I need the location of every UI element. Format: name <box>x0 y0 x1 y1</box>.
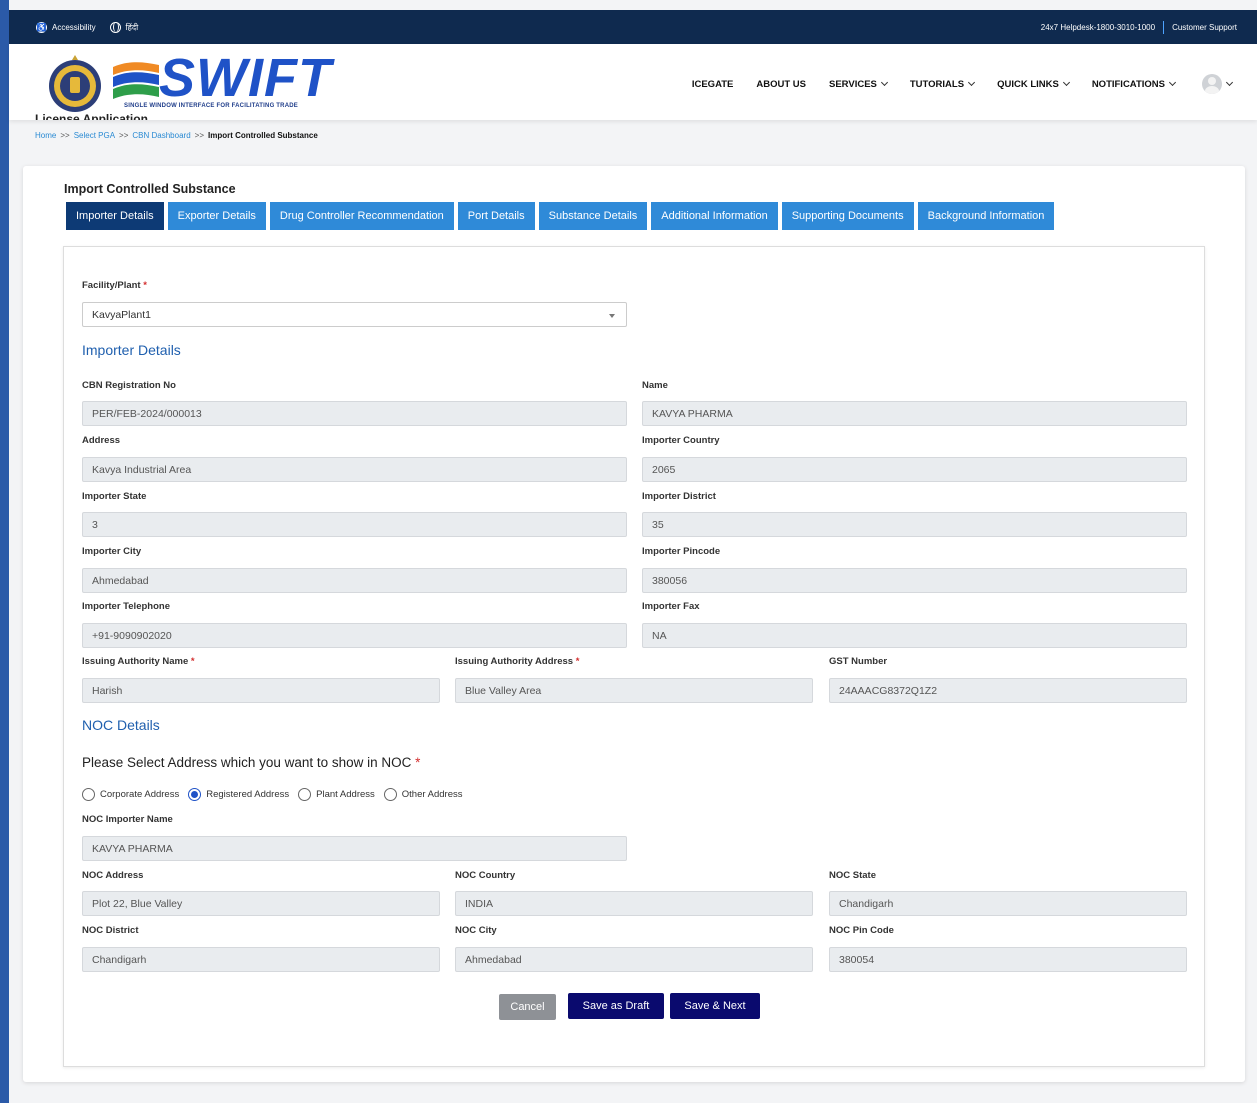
district-label: Importer District <box>642 491 716 502</box>
form-card: Import Controlled Substance Importer Det… <box>23 166 1245 1082</box>
page-title: License Application <box>35 112 148 120</box>
gst-label: GST Number <box>829 656 888 667</box>
brand-tagline: SINGLE WINDOW INTERFACE FOR FACILITATING… <box>124 103 298 109</box>
radio-plant-address[interactable] <box>298 788 312 801</box>
customer-support-link[interactable]: Customer Support <box>1172 23 1237 32</box>
fax-label: Importer Fax <box>642 601 700 612</box>
issuing-name-label: Issuing Authority Name * <box>82 656 195 667</box>
noc-name-field[interactable]: KAVYA PHARMA <box>82 836 627 861</box>
noc-city-label: NOC City <box>455 925 497 936</box>
breadcrumb-select-pga[interactable]: Select PGA <box>74 131 115 140</box>
form-tabs: Importer Details Exporter Details Drug C… <box>66 202 1055 230</box>
noc-city-field[interactable]: Ahmedabad <box>455 947 813 972</box>
accessibility-link[interactable]: ♿ Accessibility <box>36 21 96 33</box>
accessibility-icon: ♿ <box>36 21 47 33</box>
tab-additional-information[interactable]: Additional Information <box>651 202 778 230</box>
tab-substance-details[interactable]: Substance Details <box>538 202 648 230</box>
divider <box>1163 20 1165 34</box>
breadcrumb: Home >> Select PGA >> CBN Dashboard >> I… <box>35 131 318 140</box>
noc-section-title: NOC Details <box>82 717 160 733</box>
avatar <box>1202 74 1222 94</box>
chevron-down-icon <box>1168 78 1177 87</box>
globe-icon <box>109 21 121 33</box>
form-panel: Facility/Plant * KavyaPlant1 Importer De… <box>63 246 1205 1067</box>
telephone-field[interactable]: +91-9090902020 <box>82 623 627 648</box>
save-and-next-button[interactable]: Save & Next <box>670 993 760 1019</box>
telephone-label: Importer Telephone <box>82 601 170 612</box>
chevron-down-icon <box>880 78 888 87</box>
issuing-name-field[interactable]: Harish <box>82 678 440 703</box>
issuing-address-field[interactable]: Blue Valley Area <box>455 678 813 703</box>
breadcrumb-current: Import Controlled Substance <box>207 131 318 140</box>
nav-quick-links[interactable]: QUICK LINKS <box>997 78 1070 90</box>
tab-importer-details[interactable]: Importer Details <box>66 202 164 230</box>
cancel-button[interactable]: Cancel <box>499 994 556 1020</box>
name-label: Name <box>642 380 668 391</box>
chevron-down-icon <box>1225 78 1234 87</box>
noc-name-label: NOC Importer Name <box>82 814 173 825</box>
city-label: Importer City <box>82 546 142 557</box>
tab-drug-controller-recommendation[interactable]: Drug Controller Recommendation <box>269 202 454 230</box>
nav-about-us[interactable]: ABOUT US <box>756 79 806 90</box>
nav-services[interactable]: SERVICES <box>829 78 888 90</box>
facility-select[interactable]: KavyaPlant1 <box>82 302 627 327</box>
form-title: Import Controlled Substance <box>64 182 236 196</box>
address-field[interactable]: Kavya Industrial Area <box>82 457 627 482</box>
tab-supporting-documents[interactable]: Supporting Documents <box>781 202 914 230</box>
noc-state-label: NOC State <box>829 870 876 881</box>
pincode-label: Importer Pincode <box>642 546 721 557</box>
chevron-down-icon <box>1062 78 1070 87</box>
tab-background-information[interactable]: Background Information <box>917 202 1055 230</box>
noc-address-label: NOC Address <box>82 870 144 881</box>
chevron-down-icon <box>968 78 976 87</box>
noc-question: Please Select Address which you want to … <box>82 755 421 770</box>
fax-field[interactable]: NA <box>642 623 1187 648</box>
address-label: Address <box>82 435 121 446</box>
cbn-field[interactable]: PER/FEB-2024/000013 <box>82 401 627 426</box>
flag-mark-logo <box>113 62 159 99</box>
breadcrumb-home[interactable]: Home <box>35 131 56 140</box>
noc-country-label: NOC Country <box>455 870 516 881</box>
country-field[interactable]: 2065 <box>642 457 1187 482</box>
state-label: Importer State <box>82 491 147 502</box>
emblem-logo[interactable] <box>46 54 104 114</box>
gst-field[interactable]: 24AAACG8372Q1Z2 <box>829 678 1187 703</box>
dropdown-caret-icon <box>609 314 615 318</box>
pincode-field[interactable]: 380056 <box>642 568 1187 593</box>
nav-icegate[interactable]: ICEGATE <box>692 79 734 90</box>
cbn-label: CBN Registration No <box>82 380 176 391</box>
noc-district-field[interactable]: Chandigarh <box>82 947 440 972</box>
user-menu[interactable] <box>1202 74 1234 94</box>
name-field[interactable]: KAVYA PHARMA <box>642 401 1187 426</box>
district-field[interactable]: 35 <box>642 512 1187 537</box>
radio-registered-address[interactable] <box>188 788 202 801</box>
city-field[interactable]: Ahmedabad <box>82 568 627 593</box>
nav-tutorials[interactable]: TUTORIALS <box>910 78 976 90</box>
noc-state-field[interactable]: Chandigarh <box>829 891 1187 916</box>
nav-notifications[interactable]: NOTIFICATIONS <box>1092 78 1177 90</box>
swift-wordmark: SWIFT <box>159 48 332 108</box>
tab-port-details[interactable]: Port Details <box>457 202 535 230</box>
noc-country-field[interactable]: INDIA <box>455 891 813 916</box>
radio-other-address[interactable] <box>383 788 397 801</box>
noc-district-label: NOC District <box>82 925 139 936</box>
site-header: SWIFT SINGLE WINDOW INTERFACE FOR FACILI… <box>9 44 1257 120</box>
helpdesk-text: 24x7 Helpdesk-1800-3010-1000 <box>1040 22 1156 32</box>
country-label: Importer Country <box>642 435 720 446</box>
noc-pin-field[interactable]: 380054 <box>829 947 1187 972</box>
facility-label: Facility/Plant * <box>82 280 147 291</box>
main-nav: ICEGATE ABOUT US SERVICES TUTORIALS QUIC… <box>692 74 1234 94</box>
language-link[interactable]: हिंदी <box>109 21 138 33</box>
importer-section-title: Importer Details <box>82 342 181 358</box>
noc-address-radio-group: Corporate Address Registered Address Pla… <box>78 788 463 801</box>
radio-corporate-address[interactable] <box>82 788 95 801</box>
state-field[interactable]: 3 <box>82 512 627 537</box>
save-as-draft-button[interactable]: Save as Draft <box>568 993 664 1019</box>
utility-bar: ♿ Accessibility हिंदी 24x7 Helpdesk-1800… <box>9 10 1257 44</box>
tab-exporter-details[interactable]: Exporter Details <box>167 202 266 230</box>
noc-address-field[interactable]: Plot 22, Blue Valley <box>82 891 440 916</box>
noc-pin-label: NOC Pin Code <box>829 925 894 936</box>
issuing-address-label: Issuing Authority Address * <box>455 656 580 667</box>
breadcrumb-cbn-dashboard[interactable]: CBN Dashboard <box>132 131 190 140</box>
